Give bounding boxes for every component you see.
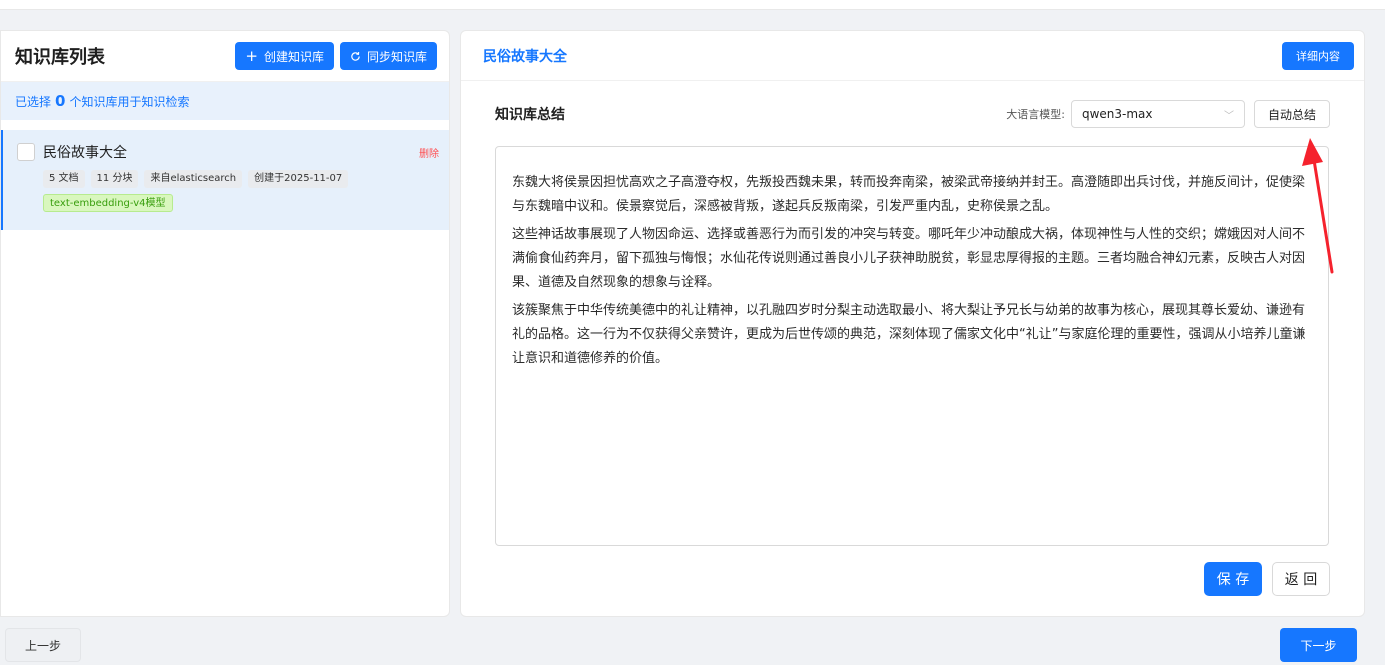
selection-count: 0 bbox=[55, 92, 66, 110]
plus-icon: + bbox=[245, 46, 258, 65]
item-name: 民俗故事大全 bbox=[43, 145, 127, 161]
source-tag: 来自elasticsearch bbox=[144, 170, 243, 188]
sync-label: 同步知识库 bbox=[366, 49, 427, 64]
top-header-band bbox=[0, 0, 1385, 10]
chunk-count-tag: 11 分块 bbox=[90, 170, 139, 188]
save-button[interactable]: 保 存 bbox=[1204, 562, 1262, 596]
model-select[interactable]: qwen3-max ﹀ bbox=[1070, 100, 1245, 128]
selection-info: 已选择 0 个知识库用于知识检索 bbox=[1, 82, 449, 120]
sync-knowledge-base-button[interactable]: 同步知识库 bbox=[339, 42, 437, 70]
list-header: 知识库列表 + 创建知识库 同步知识库 bbox=[1, 31, 449, 82]
knowledge-base-detail-panel: 民俗故事大全 详细内容 知识库总结 大语言模型: qwen3-max ﹀ 自动总… bbox=[460, 30, 1365, 617]
back-button[interactable]: 返 回 bbox=[1272, 562, 1330, 596]
model-label: 大语言模型: bbox=[1006, 108, 1065, 121]
form-actions: 保 存 返 回 bbox=[1204, 562, 1330, 596]
detail-title: 民俗故事大全 bbox=[483, 48, 567, 65]
refresh-icon bbox=[351, 51, 360, 61]
auto-summary-button[interactable]: 自动总结 bbox=[1253, 100, 1330, 128]
summary-textarea[interactable]: 东魏大将侯景因担忧高欢之子高澄夺权，先叛投西魏未果，转而投奔南梁，被梁武帝接纳并… bbox=[495, 146, 1329, 546]
selection-prefix: 已选择 bbox=[15, 94, 52, 109]
list-title: 知识库列表 bbox=[15, 47, 105, 68]
summary-paragraph: 该簇聚焦于中华传统美德中的礼让精神，以孔融四岁时分梨主动选取最小、将大梨让予兄长… bbox=[512, 303, 1306, 366]
knowledge-base-list-panel: 知识库列表 + 创建知识库 同步知识库 已选择 0 个知识库用于知识检索 民俗故… bbox=[0, 30, 450, 617]
selection-suffix: 个知识库用于知识检索 bbox=[69, 94, 190, 109]
create-label: 创建知识库 bbox=[263, 49, 324, 64]
model-select-value: qwen3-max bbox=[1081, 107, 1153, 121]
knowledge-base-item[interactable]: 民俗故事大全 删除 5 文档 11 分块 来自elasticsearch 创建于… bbox=[1, 130, 449, 230]
summary-paragraph: 这些神话故事展现了人物因命运、选择或善恶行为而引发的冲突与转变。哪吒年少冲动酿成… bbox=[512, 227, 1306, 290]
detail-header: 民俗故事大全 详细内容 bbox=[461, 31, 1364, 81]
embedding-model-tag: text-embedding-v4模型 bbox=[43, 194, 173, 212]
delete-link[interactable]: 删除 bbox=[419, 145, 439, 160]
summary-title: 知识库总结 bbox=[495, 107, 565, 123]
summary-toolbar: 知识库总结 大语言模型: qwen3-max ﹀ 自动总结 bbox=[495, 99, 1330, 129]
item-checkbox[interactable] bbox=[17, 143, 35, 161]
doc-count-tag: 5 文档 bbox=[43, 170, 85, 188]
create-knowledge-base-button[interactable]: + 创建知识库 bbox=[235, 42, 334, 70]
chevron-down-icon: ﹀ bbox=[1223, 110, 1234, 122]
previous-step-button[interactable]: 上一步 bbox=[5, 628, 81, 662]
created-date-tag: 创建于2025-11-07 bbox=[248, 170, 349, 188]
item-tags: 5 文档 11 分块 来自elasticsearch 创建于2025-11-07 bbox=[17, 170, 439, 188]
summary-paragraph: 东魏大将侯景因担忧高欢之子高澄夺权，先叛投西魏未果，转而投奔南梁，被梁武帝接纳并… bbox=[512, 175, 1306, 214]
next-step-button[interactable]: 下一步 bbox=[1280, 628, 1357, 662]
detail-content-button[interactable]: 详细内容 bbox=[1282, 41, 1354, 70]
